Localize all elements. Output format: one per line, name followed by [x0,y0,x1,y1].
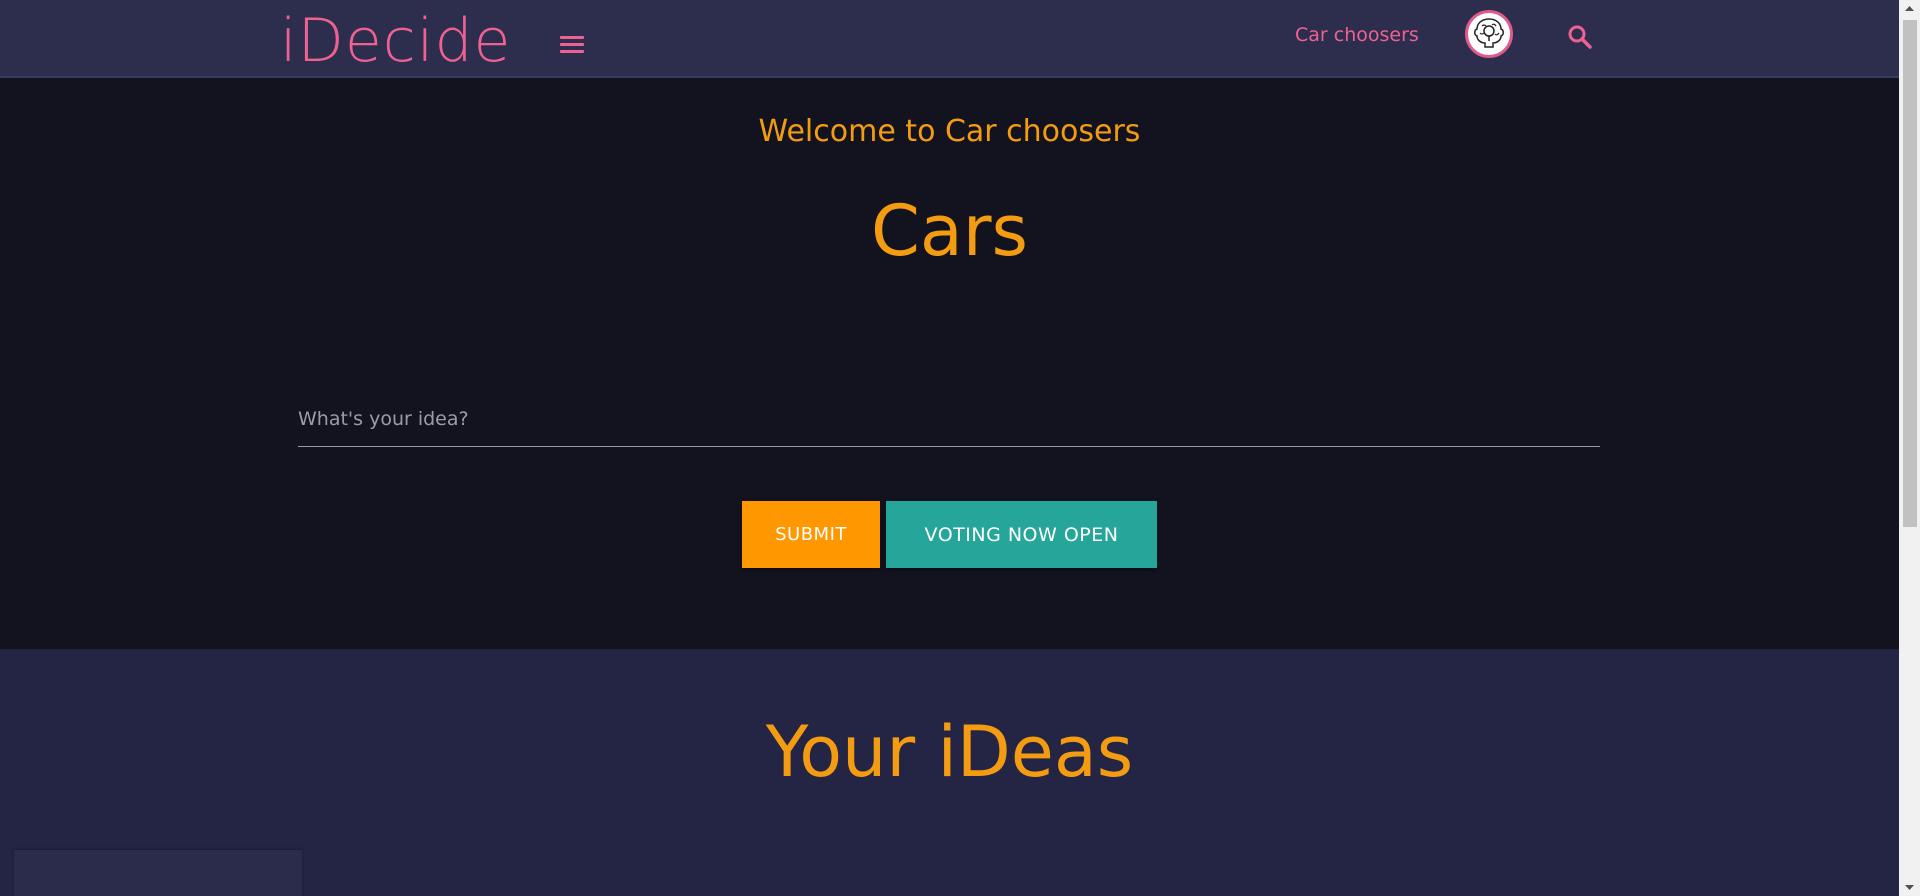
idea-card[interactable] [14,850,302,896]
brand-logo[interactable]: iDecide [280,6,511,76]
submit-button[interactable]: SUBMIT [742,501,880,568]
idea-input[interactable] [298,391,1600,447]
scroll-thumb[interactable] [1903,20,1917,527]
lightbulb-brain-icon [1474,18,1504,48]
hamburger-menu-icon[interactable] [560,36,584,54]
scroll-down-arrow-icon[interactable] [1899,879,1920,896]
page-title: Cars [870,190,1029,272]
ideas-section: Your iDeas [0,649,1899,896]
scroll-up-arrow-icon[interactable] [1899,0,1920,17]
avatar[interactable] [1465,10,1513,58]
top-navbar: iDecide Car choosers [0,0,1899,78]
welcome-text: Welcome to Car choosers [758,114,1141,149]
section-title: Your iDeas [765,711,1134,793]
group-link[interactable]: Car choosers [1295,24,1419,46]
page: iDecide Car choosers Welcome to Car choo… [0,0,1920,896]
hero-section: Welcome to Car choosers Cars SUBMIT VOTI… [0,78,1899,649]
voting-open-button[interactable]: VOTING NOW OPEN [886,501,1157,568]
search-icon[interactable] [1567,24,1593,50]
vertical-scrollbar[interactable] [1899,0,1920,896]
